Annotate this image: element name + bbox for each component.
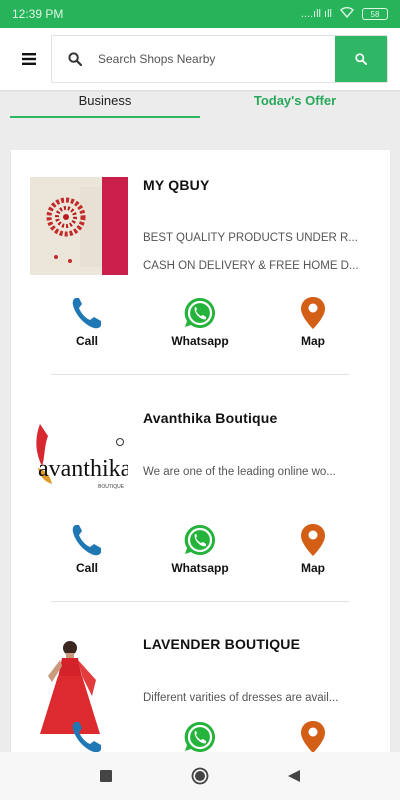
circle-icon	[191, 767, 209, 785]
recents-button[interactable]	[94, 764, 118, 788]
shop-actions: Call Whatsapp Map	[11, 523, 390, 583]
whatsapp-button[interactable]: Whatsapp	[160, 296, 240, 348]
search-icon	[355, 53, 367, 65]
divider	[51, 374, 350, 375]
call-button[interactable]	[47, 720, 127, 754]
map-button[interactable]: Map	[273, 296, 353, 348]
wifi-icon	[340, 7, 354, 21]
search-button[interactable]	[335, 36, 387, 82]
status-time: 12:39 PM	[12, 7, 64, 21]
divider	[51, 601, 350, 602]
map-pin-icon	[301, 524, 325, 556]
back-button[interactable]	[282, 764, 306, 788]
shop-description: We are one of the leading online wo...	[143, 466, 336, 478]
shop-image	[30, 177, 128, 275]
shop-name: MY QBUY	[143, 177, 210, 193]
app-header	[0, 28, 400, 90]
signal-icon: ....ıll ıll	[300, 8, 332, 20]
tab-todays-offer[interactable]: Today's Offer	[200, 90, 390, 120]
search-bar	[51, 35, 388, 83]
status-bar: 12:39 PM ....ıll ıll 58	[0, 0, 400, 28]
svg-text:BOUTIQUE: BOUTIQUE	[98, 484, 125, 490]
search-input[interactable]	[98, 36, 335, 82]
shop-list: MY QBUY BEST QUALITY PRODUCTS UNDER R...…	[11, 150, 390, 760]
phone-icon	[72, 525, 101, 556]
svg-text:avanthika: avanthika	[38, 456, 128, 482]
phone-icon	[72, 722, 101, 753]
shop-logo: avanthika BOUTIQUE	[30, 410, 128, 508]
whatsapp-icon	[184, 297, 215, 328]
map-button[interactable]	[273, 720, 353, 754]
phone-icon	[72, 298, 101, 329]
battery-icon: 58	[362, 8, 388, 20]
call-button[interactable]: Call	[47, 296, 127, 348]
map-pin-icon	[301, 297, 325, 329]
status-icons: ....ıll ıll 58	[301, 7, 388, 21]
map-button[interactable]: Map	[273, 523, 353, 575]
whatsapp-icon	[184, 721, 215, 752]
search-icon	[52, 36, 98, 82]
shop-name: Avanthika Boutique	[143, 410, 278, 426]
shop-name: LAVENDER BOUTIQUE	[143, 636, 301, 652]
home-button[interactable]	[188, 764, 212, 788]
shop-actions: Call Whatsapp Map	[11, 296, 390, 356]
triangle-back-icon	[288, 770, 300, 782]
map-pin-icon	[301, 721, 325, 753]
whatsapp-button[interactable]: Whatsapp	[160, 523, 240, 575]
shop-description: Different varities of dresses are avail.…	[143, 692, 339, 704]
shop-description: CASH ON DELIVERY & FREE HOME D...	[143, 260, 359, 272]
whatsapp-icon	[184, 524, 215, 555]
whatsapp-button[interactable]	[160, 720, 240, 754]
shop-description: BEST QUALITY PRODUCTS UNDER R...	[143, 232, 358, 244]
tab-bar: Business Today's Offer	[10, 90, 390, 120]
call-button[interactable]: Call	[47, 523, 127, 575]
tab-business[interactable]: Business	[10, 90, 200, 120]
hamburger-menu-icon[interactable]	[12, 42, 46, 76]
system-nav-bar	[0, 752, 400, 800]
square-icon	[100, 770, 112, 782]
